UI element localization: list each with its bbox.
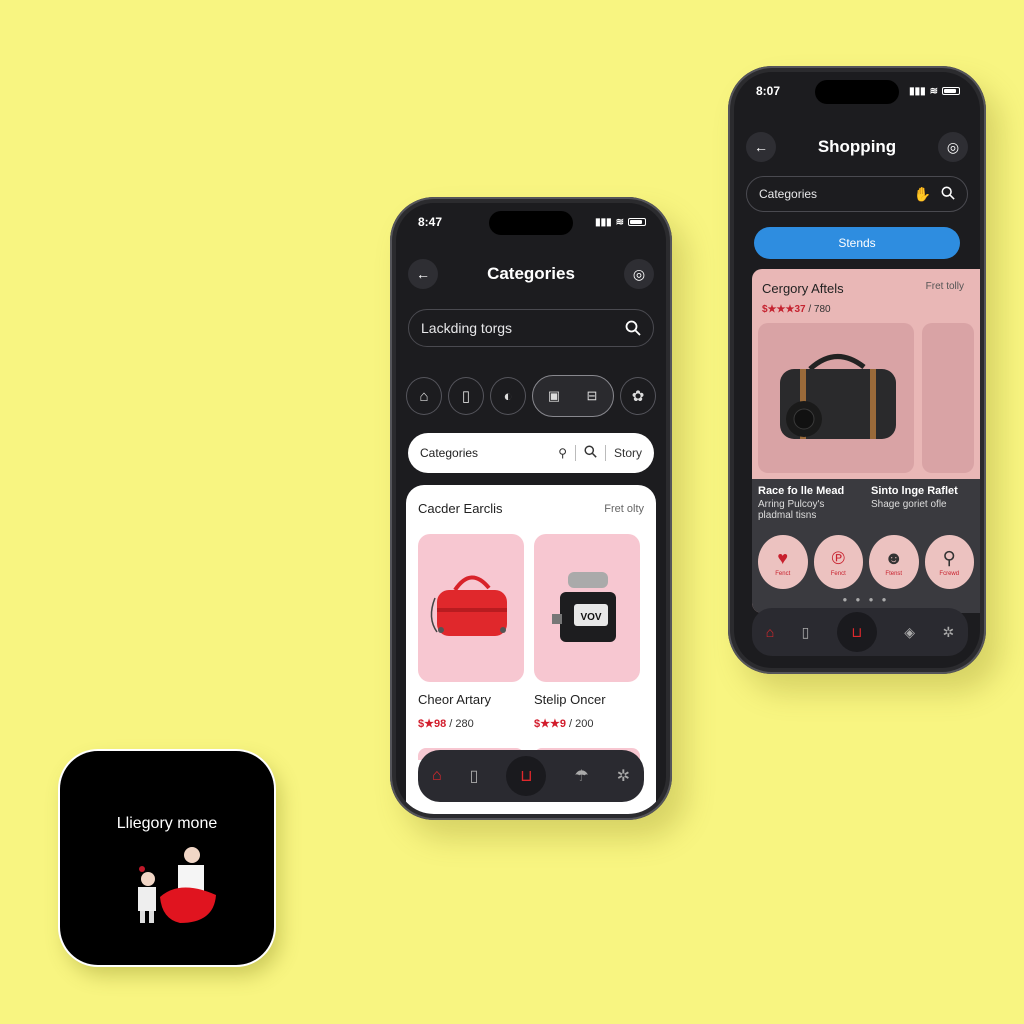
pin-icon[interactable]: ⚲ Fcrewd	[924, 535, 974, 589]
selected-category-pair[interactable]: ▣ ⊟	[532, 375, 614, 417]
top-bar: ← Categories ◎	[408, 259, 654, 289]
battery-icon	[628, 218, 646, 226]
filter-label: Categories	[420, 446, 479, 460]
tab-bar: ⌂ ▯ ⊔ ☂ ✲	[418, 750, 644, 802]
search-icon[interactable]	[584, 445, 597, 461]
status-time: 8:07	[756, 84, 781, 98]
product-image-black-bag: VOV	[534, 534, 640, 682]
phone-shopping: 8:07 ▮▮▮ ≋ ← Shopping ◎ Categories ✋ Sten…	[728, 66, 986, 674]
basket-icon[interactable]: ⊔	[836, 612, 877, 652]
people-icon[interactable]: ☻ Ftenst	[869, 535, 919, 589]
info-item[interactable]: Sinto lnge Raflet Shage goriet ofle	[871, 485, 974, 521]
product-image-duffel-bag[interactable]	[758, 323, 914, 473]
product-image-red-bag	[418, 534, 524, 682]
puzzle-icon[interactable]: ✲	[943, 624, 955, 641]
section-link[interactable]: Fret olty	[604, 503, 644, 515]
category-filter-bar[interactable]: Categories ⚲ Story	[408, 433, 654, 473]
status-time: 8:47	[418, 215, 443, 229]
panel-title: Cergory Aftels	[762, 281, 844, 296]
paw-category-icon[interactable]: ✿	[620, 377, 656, 415]
product-name: Stelip Oncer	[534, 692, 606, 707]
product-price: $★98 / 280	[418, 718, 474, 730]
navigate-icon[interactable]: ◈	[904, 624, 915, 641]
section-title: Cacder Earclis	[418, 501, 503, 516]
info-item[interactable]: Race fo lle Mead Arring Pulcoy's pladmal …	[758, 485, 861, 521]
search-text: Lackding torgs	[421, 320, 513, 336]
search-icon[interactable]	[625, 320, 641, 336]
search-bar[interactable]: Categories ✋	[746, 176, 968, 212]
home-icon[interactable]: ⌂	[432, 767, 442, 785]
signal-icon: ▮▮▮	[909, 85, 926, 97]
product-price: $★★9 / 200	[534, 718, 594, 730]
settings-button[interactable]: ◎	[938, 132, 968, 162]
primary-button[interactable]: Stends	[754, 227, 960, 259]
heart-icon[interactable]: ♥ Fenct	[758, 535, 808, 589]
status-bar: 8:47 ▮▮▮ ≋	[418, 215, 646, 229]
puzzle-icon[interactable]: ✲	[617, 766, 630, 786]
product-card[interactable]: VOV Stelip Oncer $★★9 / 200	[534, 534, 640, 730]
home-icon[interactable]: ⌂	[766, 624, 774, 640]
info-strip: Race fo lle Mead Arring Pulcoy's pladmal …	[752, 479, 980, 613]
device-category-icon[interactable]: ▣	[537, 388, 571, 404]
tablet-icon[interactable]: ▯	[802, 624, 810, 641]
umbrella-icon[interactable]: ☂	[574, 766, 588, 786]
featured-panel: Cergory Aftels Fret tolly $★★★37 / 780 R…	[752, 269, 980, 613]
hand-icon[interactable]: ✋	[914, 186, 931, 203]
tab-bar: ⌂ ▯ ⊔ ◈ ✲	[752, 608, 968, 656]
top-bar: ← Shopping ◎	[746, 132, 968, 162]
category-chips: ⌂ ▯ ◐ ▣ ⊟ ✿	[406, 375, 656, 417]
divider	[604, 445, 606, 461]
product-name: Cheor Artary	[418, 692, 491, 707]
page-title: Categories	[487, 264, 575, 283]
search-bar[interactable]: Lackding torgs	[408, 309, 654, 347]
svg-text:VOV: VOV	[580, 612, 601, 623]
quick-actions: ♥ Fenct ℗ Fenct ☻ Ftenst ⚲ Fcrewd	[758, 535, 974, 589]
basket-icon[interactable]: ⊔	[506, 756, 547, 796]
story-link[interactable]: Story	[614, 446, 642, 460]
bottle-category-icon[interactable]: ▯	[448, 377, 484, 415]
app-icon-label: Lliegory mone	[116, 815, 218, 832]
search-text: Categories	[759, 187, 818, 201]
phone-screen: 8:07 ▮▮▮ ≋ ← Shopping ◎ Categories ✋ Sten…	[734, 72, 980, 668]
pinterest-icon[interactable]: ℗ Fenct	[813, 535, 863, 589]
bus-category-icon[interactable]: ⊟	[575, 388, 609, 404]
pager-dots[interactable]: ● ● ● ●	[758, 595, 974, 604]
battery-icon	[942, 87, 960, 95]
wifi-icon: ≋	[615, 216, 624, 228]
home-category-icon[interactable]: ⌂	[406, 377, 442, 415]
mouse-category-icon[interactable]: ◐	[490, 377, 526, 415]
wifi-icon: ≋	[929, 85, 938, 97]
divider	[574, 445, 576, 461]
phone-screen: 8:47 ▮▮▮ ≋ ← Categories ◎ Lackding torgs …	[396, 203, 666, 814]
search-icon[interactable]	[941, 186, 955, 203]
location-icon[interactable]: ⚲	[558, 446, 567, 460]
back-button[interactable]: ←	[408, 259, 438, 289]
signal-icon: ▮▮▮	[595, 216, 612, 228]
phone-categories: 8:47 ▮▮▮ ≋ ← Categories ◎ Lackding torgs …	[390, 197, 672, 820]
product-card[interactable]: Cheor Artary $★98 / 280	[418, 534, 524, 730]
illustration-people	[138, 847, 216, 923]
panel-price: $★★★37 / 780	[762, 304, 831, 315]
app-icon[interactable]: Lliegory mone	[60, 751, 274, 965]
page-title: Shopping	[817, 137, 897, 156]
status-bar: 8:07 ▮▮▮ ≋	[756, 84, 960, 98]
product-image-peek[interactable]	[922, 323, 974, 473]
panel-link[interactable]: Fret tolly	[926, 281, 970, 296]
tablet-icon[interactable]: ▯	[470, 766, 479, 786]
back-button[interactable]: ←	[746, 132, 776, 162]
settings-button[interactable]: ◎	[624, 259, 654, 289]
